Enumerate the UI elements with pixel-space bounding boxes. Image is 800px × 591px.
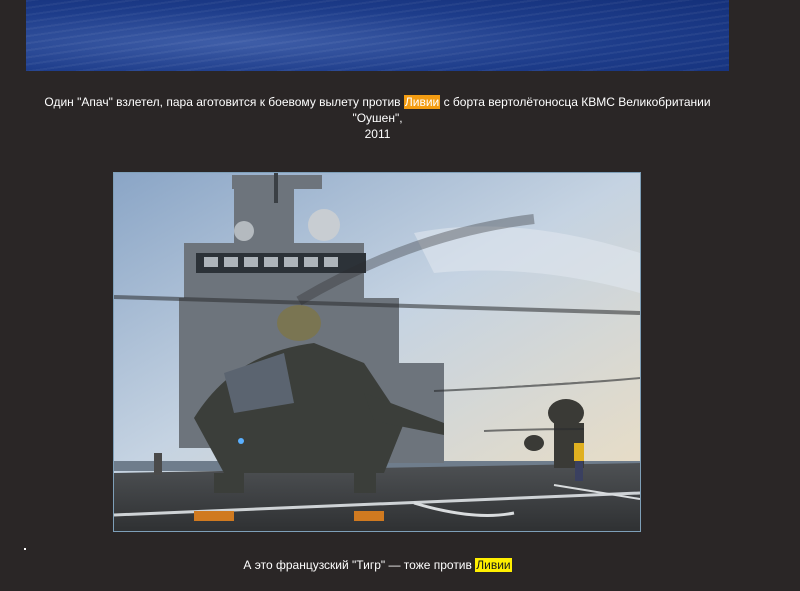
search-highlight: Ливии <box>403 95 441 109</box>
sea-photo <box>26 0 729 71</box>
helicopter-photo <box>113 172 641 532</box>
photo-caption-bottom: А это французский "Тигр" — тоже против Л… <box>26 557 729 573</box>
photo-caption-top: Один "Апач" взлетел, пара аготовится к б… <box>26 94 729 142</box>
stray-dot <box>24 548 26 550</box>
caption-text: Один "Апач" взлетел, пара аготовится к б… <box>44 95 404 109</box>
caption-year: 2011 <box>364 127 391 141</box>
search-highlight: Ливии <box>475 558 512 572</box>
caption-text: А это французский "Тигр" — тоже против <box>243 558 476 572</box>
